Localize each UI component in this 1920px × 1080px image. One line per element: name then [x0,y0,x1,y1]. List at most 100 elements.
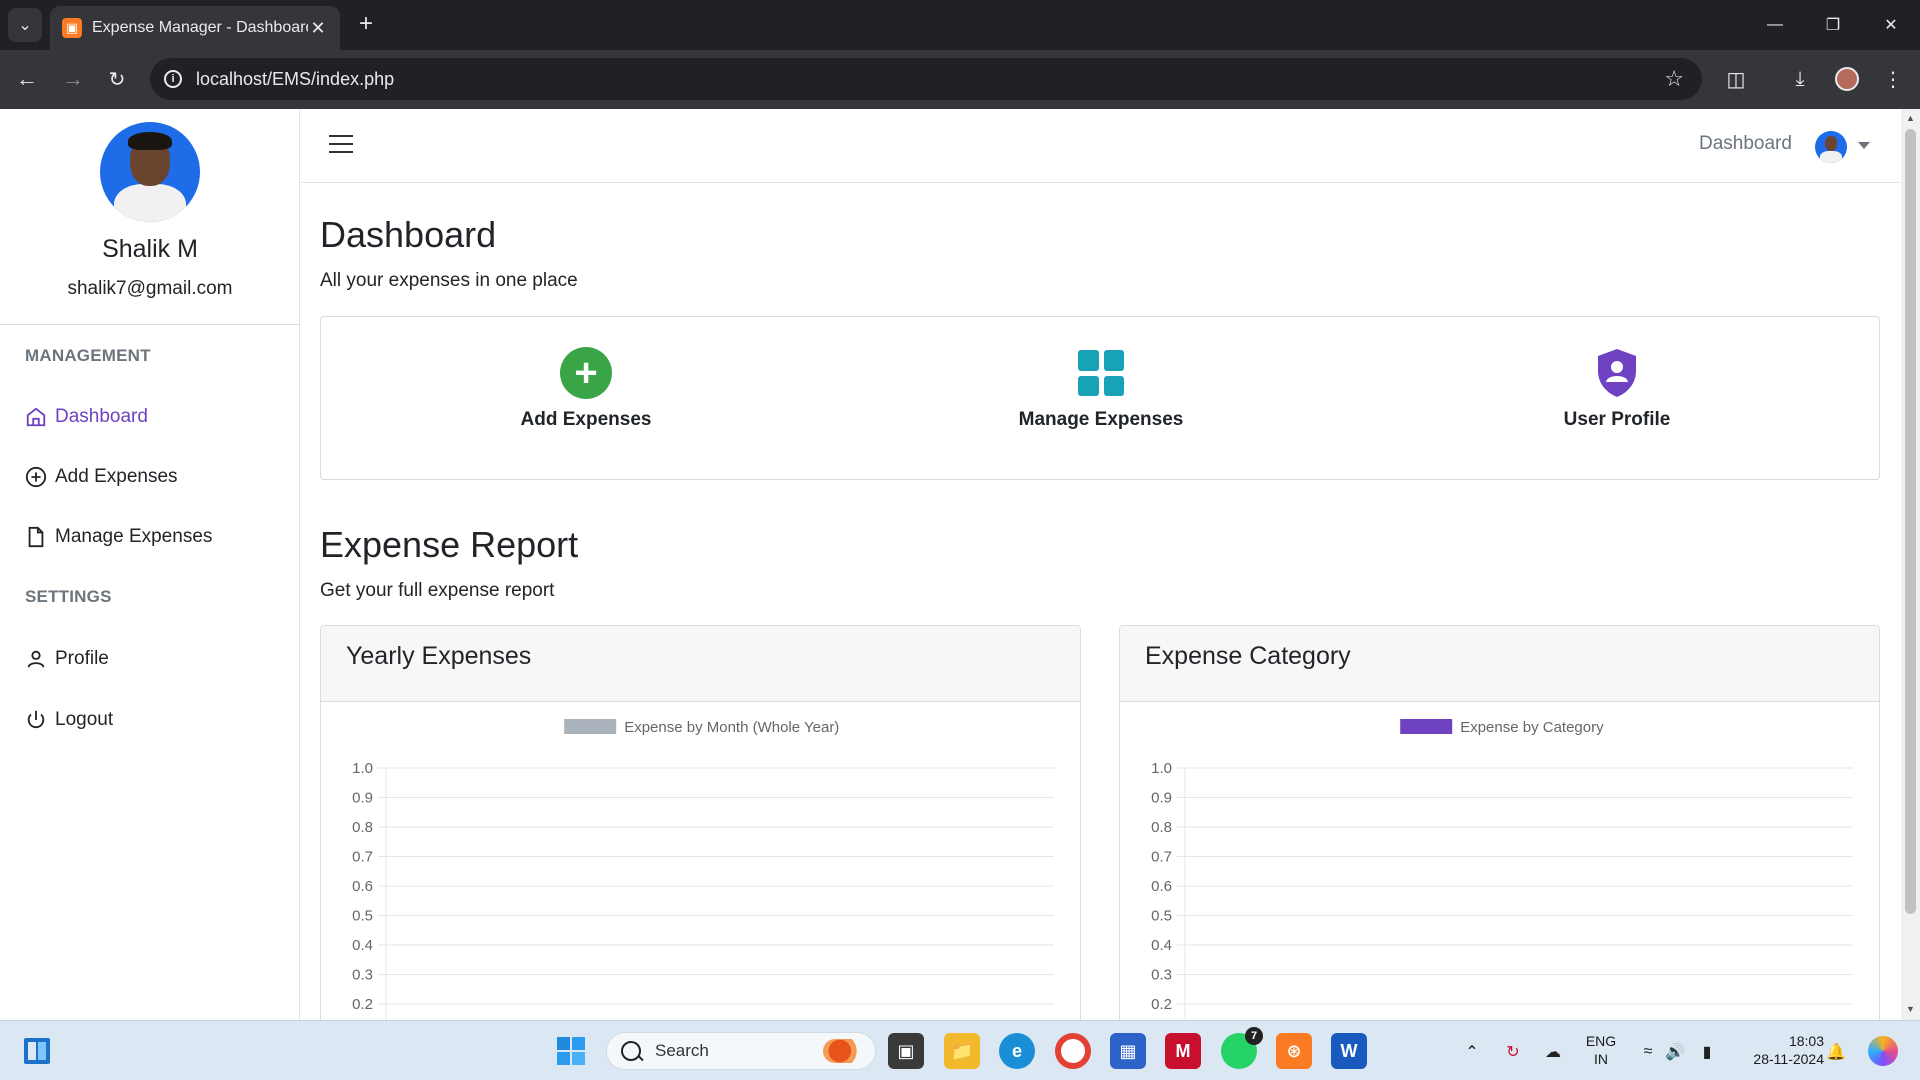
chevron-down-icon: ⌄ [18,17,32,34]
region-code: IN [1594,1051,1608,1067]
manage-expenses-action[interactable]: Manage Expenses [951,347,1251,431]
sidebar-item-label: Profile [55,648,109,669]
language-code: ENG [1585,1033,1617,1049]
chart-title: Yearly Expenses [321,626,1080,702]
power-icon [25,709,47,731]
download-icon[interactable]: ⤓ [1783,62,1817,96]
address-bar[interactable]: i localhost/EMS/index.php ☆ [150,58,1702,100]
navbar-user-avatar[interactable] [1815,131,1847,163]
user-email: shalik7@gmail.com [67,278,233,299]
clock[interactable]: 18:03 28-11-2024 [1732,1032,1824,1068]
restore-button[interactable]: ❐ [1804,0,1862,50]
y-tick-label: 0.2 [352,996,373,1013]
menu-kebab-icon[interactable]: ⋮ [1876,62,1910,96]
y-tick-label: 1.0 [352,760,373,777]
profile-avatar-icon[interactable] [1830,62,1864,96]
edge-icon[interactable]: e [999,1033,1035,1069]
new-tab-button[interactable]: + [352,10,380,38]
page-subtitle: All your expenses in one place [320,270,578,291]
file-explorer-icon[interactable]: 📁 [944,1033,980,1069]
volume-icon[interactable]: 🔊 [1664,1041,1686,1063]
sync-icon[interactable]: ↻ [1502,1041,1524,1063]
action-label: User Profile [1563,409,1671,430]
y-tick-label: 0.6 [352,878,373,895]
file-icon [25,526,47,548]
user-avatar [100,122,200,222]
action-label: Manage Expenses [1018,409,1184,430]
copilot-icon[interactable] [1868,1036,1898,1066]
sidebar-item-dashboard[interactable]: Dashboard [25,401,148,433]
clock-time: 18:03 [1788,1033,1824,1049]
page-scrollbar[interactable]: ▲ ▼ [1901,109,1920,1020]
action-label: Add Expenses [520,409,652,430]
scroll-up-icon[interactable]: ▲ [1905,113,1916,125]
yearly-expenses-card: Yearly Expenses Expense by Month (Whole … [320,625,1081,1020]
y-tick-label: 0.5 [352,908,373,925]
close-tab-icon[interactable]: ✕ [308,18,328,39]
browser-tab[interactable]: ▣ Expense Manager - Dashboard ✕ [50,6,340,50]
home-icon [25,406,47,428]
notification-bell-icon[interactable]: 🔔 [1825,1041,1847,1063]
y-tick-label: 1.0 [1151,760,1172,777]
plus-circle-icon [25,466,47,488]
windows-start-icon[interactable] [553,1033,589,1069]
task-view-icon[interactable]: ▣ [888,1033,924,1069]
widgets-icon[interactable] [22,1036,52,1066]
legend-label[interactable]: Expense by Category [1460,719,1604,736]
battery-icon[interactable]: ▮ [1696,1041,1718,1063]
chevron-up-icon[interactable]: ⌃ [1461,1041,1483,1063]
close-window-button[interactable]: ✕ [1862,0,1920,50]
y-tick-label: 0.7 [1151,849,1172,866]
site-info-icon[interactable]: i [164,70,182,88]
scroll-down-icon[interactable]: ▼ [1905,1004,1916,1016]
tab-search-button[interactable]: ⌄ [8,8,42,42]
y-tick-label: 0.8 [1151,819,1172,836]
y-tick-label: 0.2 [1151,996,1172,1013]
extensions-icon[interactable]: ◫ [1719,62,1753,96]
forward-icon[interactable]: → [56,62,90,96]
browser-toolbar: ← → ↻ i localhost/EMS/index.php ☆ ◫ ⤓ ⋮ [0,50,1920,109]
user-profile-action[interactable]: User Profile [1467,347,1767,431]
whatsapp-icon[interactable]: 7 [1221,1027,1263,1069]
y-tick-label: 0.7 [352,849,373,866]
legend-swatch[interactable] [1400,719,1453,734]
sidebar-item-manage-expenses[interactable]: Manage Expenses [25,521,212,553]
report-subtitle: Get your full expense report [320,580,555,601]
search-placeholder: Search [655,1041,709,1060]
xampp-icon[interactable]: ⊛ [1276,1033,1312,1069]
reload-icon[interactable]: ↻ [100,62,134,96]
language-indicator[interactable]: ENG IN [1580,1032,1622,1068]
y-tick-label: 0.3 [1151,967,1172,984]
sidebar-item-logout[interactable]: Logout [25,704,113,736]
word-icon[interactable]: W [1331,1033,1367,1069]
y-tick-label: 0.9 [1151,790,1172,807]
caret-down-icon[interactable] [1858,142,1870,149]
bookmark-star-icon[interactable]: ☆ [1664,66,1684,92]
chrome-icon[interactable] [1055,1033,1091,1069]
minimize-button[interactable]: — [1746,0,1804,50]
browser-tab-bar: ⌄ ▣ Expense Manager - Dashboard ✕ + — ❐ … [0,0,1920,50]
legend-label[interactable]: Expense by Month (Whole Year) [624,719,839,736]
legend-swatch[interactable] [564,719,617,734]
sidebar-item-label: Add Expenses [55,466,178,487]
grid-icon [1075,347,1127,399]
back-icon[interactable]: ← [10,62,44,96]
mcafee-icon[interactable]: M [1165,1033,1201,1069]
search-icon [621,1041,641,1061]
sidebar-item-label: Logout [55,709,114,730]
shield-user-icon [1591,347,1643,399]
cloud-icon[interactable]: ☁ [1542,1041,1564,1063]
clock-date: 28-11-2024 [1753,1051,1824,1067]
microsoft-store-icon[interactable]: ▦ [1110,1033,1146,1069]
scroll-thumb[interactable] [1905,129,1916,914]
navbar-dashboard-link[interactable]: Dashboard [1699,133,1792,155]
sidebar-item-add-expenses[interactable]: Add Expenses [25,461,178,493]
add-expenses-action[interactable]: + Add Expenses [436,347,736,431]
expense-category-chart: Expense by Category 1.0 0.9 0.8 0.7 0.6 0.5 0.4… [1151,719,1853,1020]
section-heading-management: MANAGEMENT [25,346,151,365]
sidebar-item-profile[interactable]: Profile [25,643,109,675]
taskbar-search-input[interactable]: Search [606,1032,876,1070]
hamburger-menu-icon[interactable] [329,135,353,155]
wifi-icon[interactable]: ≈ [1637,1041,1659,1063]
search-highlight-icon [823,1039,865,1063]
